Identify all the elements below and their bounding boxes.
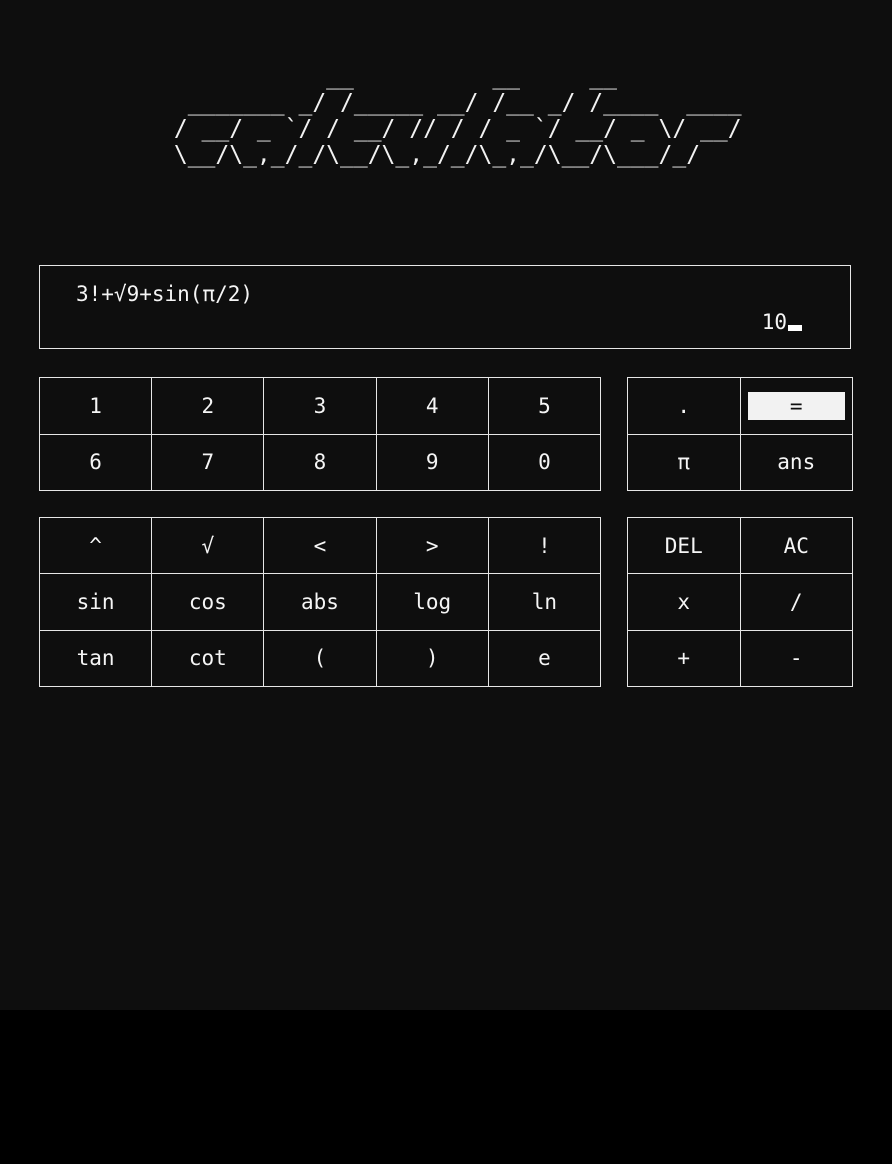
expression-text: 3!+√9+sin(π/2): [76, 282, 254, 306]
key-equals[interactable]: =: [740, 378, 853, 435]
key-ans[interactable]: ans: [740, 434, 853, 491]
calculator-logo: __ __ __ _______ _/ /_____ __/ /__ _/ /_…: [173, 64, 742, 168]
key-abs[interactable]: abs: [264, 574, 377, 631]
key-cos[interactable]: cos: [152, 574, 265, 631]
key-7[interactable]: 7: [152, 434, 265, 491]
key-factorial[interactable]: !: [488, 518, 601, 575]
result-value: 10: [761, 310, 787, 334]
key-8[interactable]: 8: [264, 434, 377, 491]
key-sqrt[interactable]: √: [152, 518, 265, 575]
key-log[interactable]: log: [376, 574, 489, 631]
key-cot[interactable]: cot: [152, 630, 265, 687]
key-6[interactable]: 6: [40, 434, 153, 491]
key-plus[interactable]: +: [628, 630, 741, 687]
key-power[interactable]: ^: [40, 518, 153, 575]
key-5[interactable]: 5: [488, 378, 601, 435]
key-3[interactable]: 3: [264, 378, 377, 435]
key-multiply[interactable]: x: [628, 574, 741, 631]
key-delete[interactable]: DEL: [628, 518, 741, 575]
key-ln[interactable]: ln: [488, 574, 601, 631]
extra-keypad: . = π ans: [627, 377, 853, 491]
key-e[interactable]: e: [488, 630, 601, 687]
key-4[interactable]: 4: [376, 378, 489, 435]
digit-keypad: 1 2 3 4 5 6 7 8 9 0: [39, 377, 601, 491]
key-0[interactable]: 0: [488, 434, 601, 491]
key-9[interactable]: 9: [376, 434, 489, 491]
key-pi[interactable]: π: [628, 434, 741, 491]
text-cursor: [788, 325, 802, 331]
key-less-than[interactable]: <: [264, 518, 377, 575]
key-divide[interactable]: /: [740, 574, 853, 631]
key-all-clear[interactable]: AC: [740, 518, 853, 575]
equals-label: =: [789, 393, 803, 418]
key-decimal-point[interactable]: .: [628, 378, 741, 435]
key-minus[interactable]: -: [740, 630, 853, 687]
result-area: 10: [762, 310, 802, 334]
key-left-paren[interactable]: (: [264, 630, 377, 687]
operator-keypad: DEL AC x / + -: [627, 517, 853, 687]
key-right-paren[interactable]: ): [376, 630, 489, 687]
key-sin[interactable]: sin: [40, 574, 153, 631]
function-keypad: ^ √ < > ! sin cos abs log ln tan cot ( )…: [39, 517, 601, 687]
key-tan[interactable]: tan: [40, 630, 153, 687]
key-greater-than[interactable]: >: [376, 518, 489, 575]
calculator-display: 3!+√9+sin(π/2) 10: [39, 265, 851, 349]
key-1[interactable]: 1: [40, 378, 153, 435]
key-2[interactable]: 2: [152, 378, 265, 435]
calculator-app: __ __ __ _______ _/ /_____ __/ /__ _/ /_…: [0, 0, 892, 1010]
